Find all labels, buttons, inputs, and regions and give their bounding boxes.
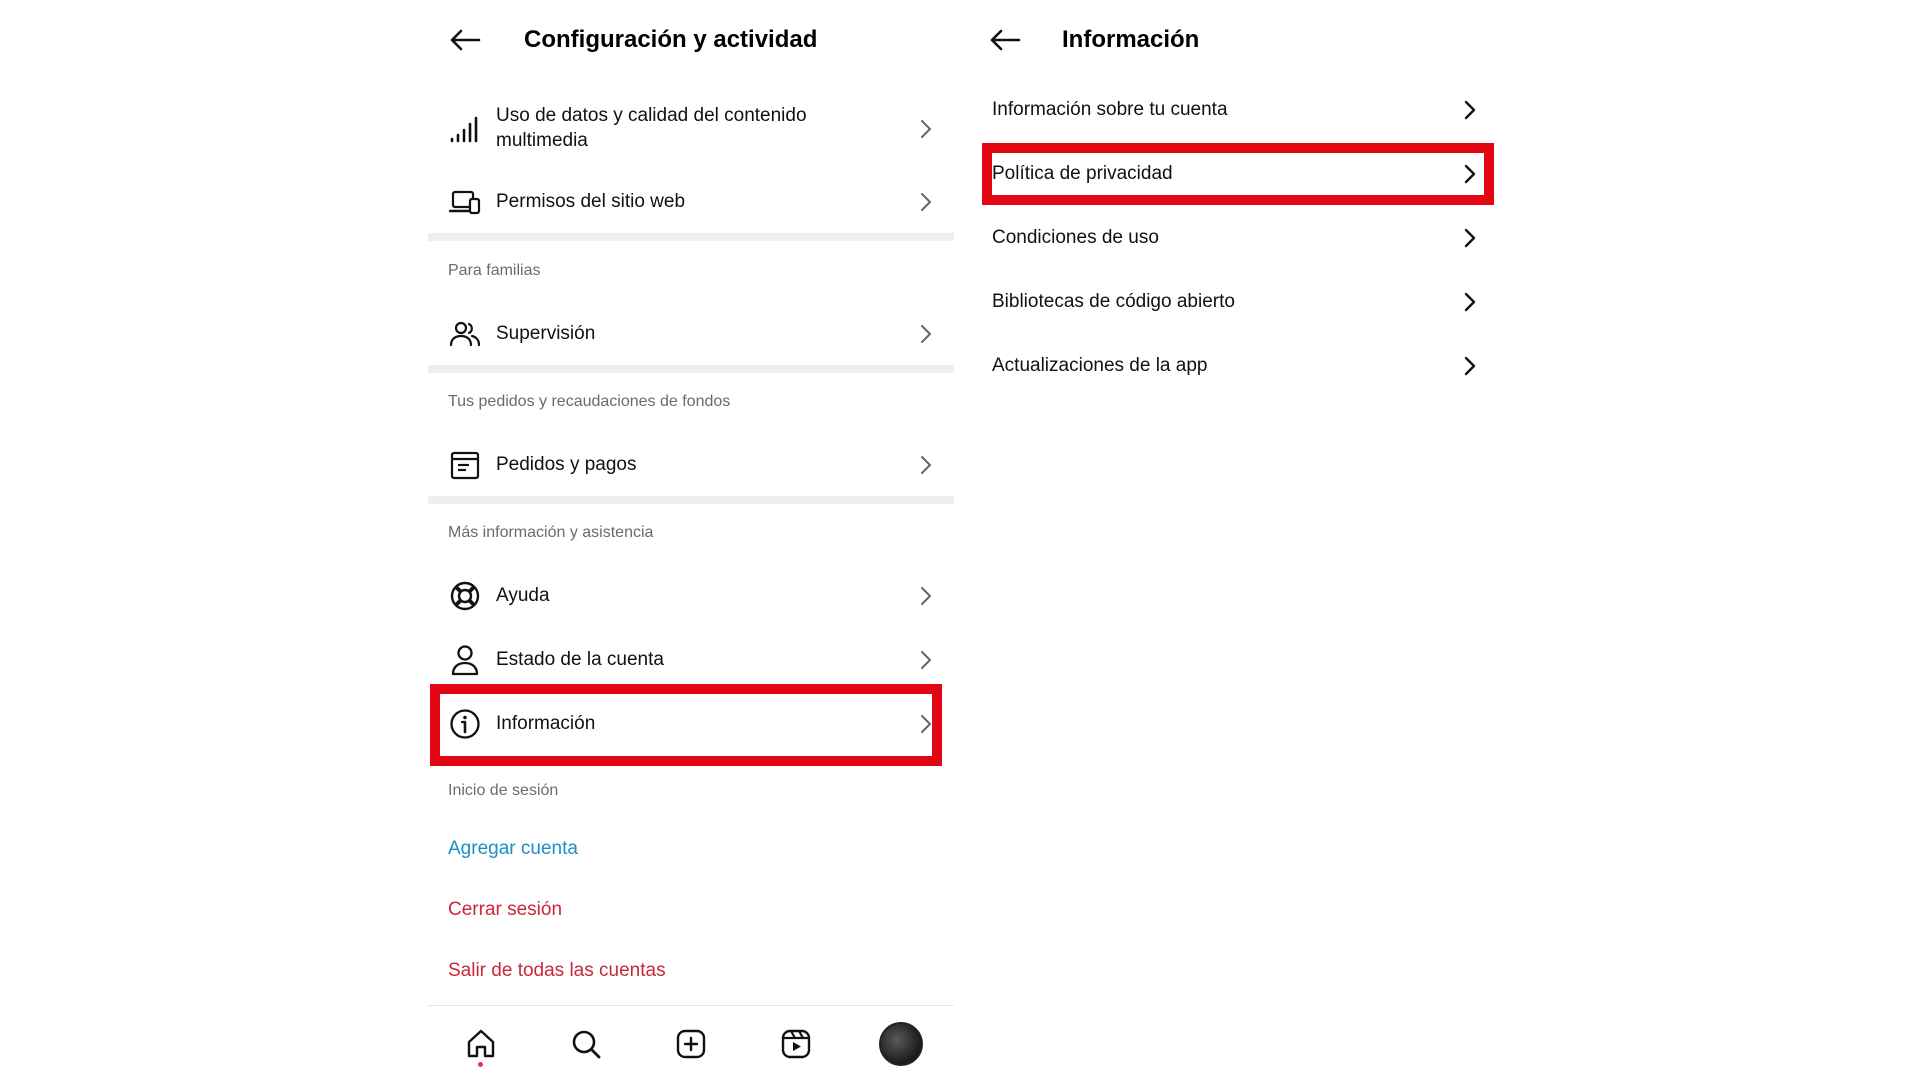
right-header: Información — [988, 0, 1488, 80]
section-label-login: Inicio de sesión — [448, 782, 559, 799]
back-arrow-icon[interactable] — [448, 23, 482, 57]
settings-activity-screen: Configuración y actividad Uso de datos y… — [428, 0, 954, 1080]
chevron-right-icon — [914, 190, 938, 214]
info-icon — [448, 707, 482, 741]
menu-item-account-info[interactable]: Información sobre tu cuenta — [992, 86, 1482, 134]
chevron-right-icon — [1458, 162, 1482, 186]
menu-item-data-usage[interactable]: Uso de datos y calidad del contenido mul… — [448, 98, 938, 160]
add-account-link[interactable]: Agregar cuenta — [448, 838, 578, 860]
chevron-right-icon — [914, 584, 938, 608]
menu-item-label: Información sobre tu cuenta — [992, 98, 1228, 120]
logout-link[interactable]: Cerrar sesión — [448, 899, 562, 921]
menu-item-supervision[interactable]: Supervisión — [448, 304, 938, 364]
chevron-right-icon — [914, 453, 938, 477]
people-icon — [448, 317, 482, 351]
avatar — [879, 1021, 924, 1066]
menu-item-label: Ayuda — [496, 584, 550, 606]
menu-item-label: Información — [496, 712, 596, 734]
reels-icon[interactable] — [771, 1019, 821, 1069]
home-icon[interactable] — [456, 1019, 506, 1069]
notification-dot — [478, 1061, 484, 1067]
menu-item-privacy-policy[interactable]: Política de privacidad — [992, 150, 1482, 198]
menu-item-help[interactable]: Ayuda — [448, 566, 938, 626]
page-title: Configuración y actividad — [524, 26, 818, 53]
menu-item-label: Permisos del sitio web — [496, 190, 686, 212]
chevron-right-icon — [1458, 290, 1482, 314]
page-title: Información — [1062, 26, 1200, 53]
chevron-right-icon — [914, 322, 938, 346]
menu-item-label: Política de privacidad — [992, 162, 1173, 184]
information-screen: Información Información sobre tu cuenta … — [978, 0, 1504, 1080]
menu-item-label: Condiciones de uso — [992, 226, 1159, 248]
bottom-navigation — [428, 1005, 954, 1081]
section-divider — [428, 233, 954, 241]
devices-icon — [448, 185, 482, 219]
menu-item-site-permissions[interactable]: Permisos del sitio web — [448, 172, 938, 232]
create-icon[interactable] — [666, 1019, 716, 1069]
back-arrow-icon[interactable] — [988, 23, 1022, 57]
menu-item-information[interactable]: Información — [448, 694, 938, 754]
menu-item-label: Bibliotecas de código abierto — [992, 290, 1235, 312]
logout-all-link[interactable]: Salir de todas las cuentas — [448, 960, 666, 982]
chevron-right-icon — [914, 648, 938, 672]
menu-item-label: Estado de la cuenta — [496, 648, 664, 670]
chevron-right-icon — [914, 712, 938, 736]
section-label-families: Para familias — [448, 262, 541, 279]
section-divider — [428, 365, 954, 373]
chevron-right-icon — [1458, 226, 1482, 250]
chevron-right-icon — [1458, 354, 1482, 378]
section-divider — [428, 496, 954, 504]
profile-avatar[interactable] — [876, 1019, 926, 1069]
receipt-icon — [448, 448, 482, 482]
menu-item-open-source-libraries[interactable]: Bibliotecas de código abierto — [992, 278, 1482, 326]
menu-item-label: Uso de datos y calidad del contenido mul… — [496, 105, 807, 151]
menu-item-app-updates[interactable]: Actualizaciones de la app — [992, 342, 1482, 390]
menu-item-label: Actualizaciones de la app — [992, 354, 1208, 376]
signal-bars-icon — [448, 112, 482, 146]
search-icon[interactable] — [561, 1019, 611, 1069]
menu-item-terms-of-use[interactable]: Condiciones de uso — [992, 214, 1482, 262]
left-header: Configuración y actividad — [448, 0, 948, 80]
person-icon — [448, 643, 482, 677]
chevron-right-icon — [914, 117, 938, 141]
menu-item-label: Supervisión — [496, 322, 596, 344]
menu-item-label: Pedidos y pagos — [496, 453, 637, 475]
section-label-orders: Tus pedidos y recaudaciones de fondos — [448, 393, 731, 410]
chevron-right-icon — [1458, 98, 1482, 122]
lifebuoy-icon — [448, 579, 482, 613]
menu-item-account-status[interactable]: Estado de la cuenta — [448, 630, 938, 690]
section-label-support: Más información y asistencia — [448, 524, 654, 541]
menu-item-orders-payments[interactable]: Pedidos y pagos — [448, 435, 938, 495]
